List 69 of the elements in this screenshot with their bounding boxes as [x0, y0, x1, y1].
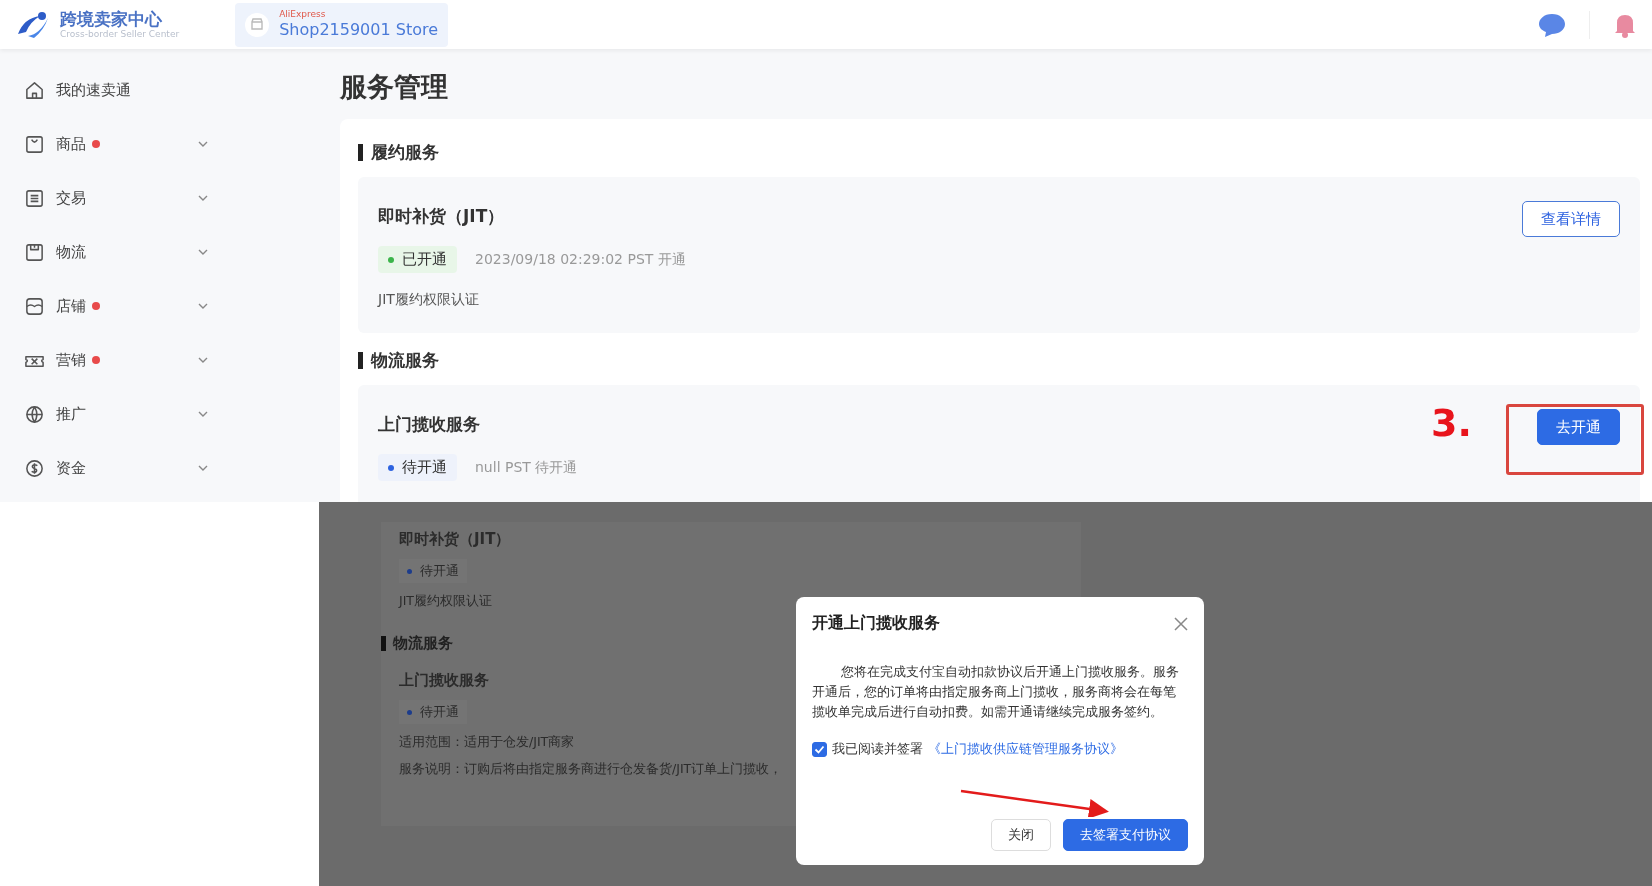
service-name: 上门揽收服务 [378, 413, 480, 436]
sidebar-item[interactable]: 推广 [24, 387, 208, 441]
sign-agreement-button[interactable]: 去签署支付协议 [1063, 819, 1188, 851]
sidebar-label: 我的速卖通 [56, 80, 131, 100]
chevron-down-icon[interactable] [198, 356, 208, 364]
chevron-down-icon[interactable] [198, 194, 208, 202]
page-title: 服务管理 [340, 70, 449, 104]
section-heading: 履约服务 [371, 140, 439, 164]
service-description: JIT履约权限认证 [378, 291, 479, 309]
store-name: Shop2159001 Store [279, 20, 438, 40]
sidebar-item[interactable]: 交易 [24, 171, 208, 225]
close-button[interactable]: 关闭 [991, 819, 1051, 851]
chevron-down-icon[interactable] [198, 248, 208, 256]
status-tag: 已开通 [378, 246, 457, 273]
store-switcher[interactable]: AliExpress Shop2159001 Store [235, 2, 448, 47]
section-marker [358, 143, 363, 161]
agree-label: 我已阅读并签署 [832, 740, 923, 758]
logo-title: 跨境卖家中心 [60, 9, 163, 29]
chat-icon[interactable] [1537, 11, 1567, 38]
box-icon [24, 241, 45, 263]
status-tag: 待开通 [399, 559, 467, 583]
agree-checkbox[interactable] [812, 741, 827, 757]
chevron-down-icon[interactable] [198, 464, 208, 472]
home-icon [24, 79, 45, 101]
step-number: 3. [1431, 401, 1472, 445]
sidebar-label: 物流 [56, 242, 86, 262]
sidebar-item[interactable]: 物流 [24, 225, 208, 279]
dollar-icon [24, 457, 45, 479]
sidebar-item[interactable]: 资金 [24, 441, 208, 495]
status-time: null PST 待开通 [475, 458, 578, 477]
sidebar-item[interactable]: 我的速卖通 [24, 63, 208, 117]
shop-icon [245, 12, 270, 37]
globe-icon [24, 403, 45, 425]
status-tag: 待开通 [399, 700, 467, 724]
details-button[interactable]: 查看详情 [1522, 201, 1620, 237]
service-description: 适用范围：适用于仓发/JIT商家 [399, 734, 575, 751]
close-icon[interactable] [1174, 616, 1188, 631]
section-heading: 物流服务 [371, 348, 439, 372]
shop-icon [24, 295, 45, 317]
clipboard-icon [24, 187, 45, 209]
sidebar-label: 资金 [56, 458, 86, 478]
agreement-link[interactable]: 《上门揽收供应链管理服务协议》 [928, 740, 1123, 758]
sidebar-label: 交易 [56, 188, 86, 208]
sidebar-label: 店铺 [56, 296, 86, 316]
activate-button[interactable]: 去开通 [1537, 409, 1620, 445]
sidebar-item[interactable]: 店铺 [24, 279, 208, 333]
chevron-down-icon[interactable] [198, 410, 208, 418]
bag-icon [24, 133, 45, 155]
sidebar-label: 商品 [56, 134, 86, 154]
sidebar-item[interactable]: 营销 [24, 333, 208, 387]
sidebar-label: 推广 [56, 404, 86, 424]
status-time: 2023/09/18 02:29:02 PST 开通 [475, 250, 686, 269]
service-name: 上门揽收服务 [399, 671, 489, 690]
store-brand: AliExpress [279, 9, 327, 20]
logo-subtitle: Cross-border Seller Center [60, 28, 180, 40]
section-marker [381, 636, 386, 651]
service-name: 即时补货（JIT） [399, 530, 511, 549]
status-tag: 待开通 [378, 454, 457, 481]
sidebar-label: 营销 [56, 350, 86, 370]
sidebar-item[interactable]: 商品 [24, 117, 208, 171]
dialog-message: 您将在完成支付宝自动扣款协议后开通上门揽收服务。服务开通后，您的订单将由指定服务商上门揽收，服务商将会在每笔揽收单完成后进行自动扣费。如需开通请继续完成服务签约。 [812, 663, 1180, 721]
service-name: 即时补货（JIT） [378, 205, 505, 228]
section-heading: 物流服务 [393, 634, 453, 653]
service-description: JIT履约权限认证 [399, 593, 492, 610]
chevron-down-icon[interactable] [198, 302, 208, 310]
checkmark-icon [814, 743, 825, 755]
dialog-title: 开通上门揽收服务 [812, 613, 940, 634]
chevron-down-icon[interactable] [198, 140, 208, 148]
section-marker [358, 351, 363, 369]
